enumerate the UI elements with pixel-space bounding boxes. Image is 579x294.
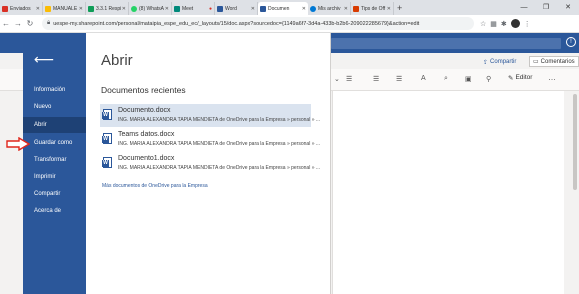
grid-icon[interactable]: ▦ <box>490 20 497 28</box>
sidebar-item-transformar[interactable]: Transformar <box>23 152 86 168</box>
recent-document-item[interactable]: Documento.docx ING. MARIA ALEXANDRA TAPI… <box>100 104 320 127</box>
recent-document-item[interactable]: Documento1.docx ING. MARIA ALEXANDRA TAP… <box>100 152 320 175</box>
document-path: ING. MARIA ALEXANDRA TAPIA MENDIETA de O… <box>118 117 321 123</box>
meet-icon <box>174 5 180 12</box>
sidebar-item-guardar-como[interactable]: Guardar como <box>23 135 86 151</box>
document-path: ING. MARIA ALEXANDRA TAPIA MENDIETA de O… <box>118 165 321 171</box>
close-icon[interactable]: ✕ <box>302 6 306 12</box>
document-name: Documento1.docx <box>118 155 175 162</box>
browser-tab-active[interactable]: Documen ✕ <box>258 2 308 15</box>
chevron-down-icon[interactable]: ⌄ <box>334 75 340 83</box>
close-icon[interactable]: ✕ <box>36 6 40 12</box>
sensitivity-icon[interactable]: ⚲ <box>486 75 491 83</box>
browser-actions: ☆ ▦ ✱ ⋮ <box>480 19 531 28</box>
help-icon[interactable]: ! <box>566 37 576 47</box>
dictate-icon[interactable]: ▣ <box>465 75 472 83</box>
share-button[interactable]: ⇪ Compartir <box>483 57 516 67</box>
comment-icon: ▭ <box>533 59 539 65</box>
word-doc-icon <box>102 157 112 168</box>
browser-tab-strip: Enviados ✕ MANUALE ✕ 3.3.1 Respi ✕ (8) What… <box>0 0 579 15</box>
word-doc-icon <box>102 133 112 144</box>
close-icon[interactable]: ✕ <box>387 6 391 12</box>
whatsapp-icon <box>131 5 137 12</box>
browser-tab[interactable]: MANUALE ✕ <box>43 2 86 15</box>
close-icon[interactable]: ✕ <box>165 6 169 12</box>
find-icon[interactable]: ⌕ <box>444 75 448 83</box>
lock-icon: 🔒︎ <box>47 20 51 26</box>
sidebar-item-acerca-de[interactable]: Acerca de <box>23 203 86 219</box>
window-controls: — ❐ ✕ <box>513 0 579 15</box>
document-name: Documento.docx <box>118 107 171 114</box>
page-title: Abrir <box>101 52 133 69</box>
extensions-icon[interactable]: ✱ <box>501 20 507 28</box>
drive-icon <box>88 5 94 12</box>
styles-icon[interactable]: A <box>421 75 426 82</box>
onedrive-icon <box>310 5 316 12</box>
browser-tab[interactable]: Word ✕ <box>215 2 258 15</box>
browser-tab[interactable]: (8) WhatsA ✕ <box>129 2 172 15</box>
more-options-icon[interactable]: … <box>548 73 556 82</box>
browser-tab[interactable]: Enviados ✕ <box>0 2 43 15</box>
sidebar-item-nuevo[interactable]: Nuevo <box>23 99 86 115</box>
word-icon <box>260 5 266 12</box>
gmail-icon <box>2 5 8 12</box>
browser-tab[interactable]: Tips de Off ✕ <box>351 2 394 15</box>
close-icon[interactable]: ✕ <box>251 6 255 12</box>
avatar[interactable] <box>510 19 520 28</box>
browser-tab[interactable]: 3.3.1 Respi ✕ <box>86 2 129 15</box>
maximize-icon[interactable]: ❐ <box>535 0 557 15</box>
more-documents-link[interactable]: Más documentos de OneDrive para la Empre… <box>102 183 208 189</box>
editor-icon: ✎ <box>508 75 514 82</box>
section-title: Documentos recientes <box>101 85 186 95</box>
url-text: uespe-my.sharepoint.com/personal/mataipi… <box>53 20 420 27</box>
back-arrow-icon[interactable]: ⟵ <box>34 52 54 66</box>
numbered-list-icon[interactable]: ☰ <box>373 75 379 83</box>
back-icon[interactable]: ← <box>0 19 12 28</box>
url-input[interactable]: 🔒︎ uespe-my.sharepoint.com/personal/mata… <box>42 17 474 30</box>
comments-button[interactable]: ▭ Comentarios <box>529 56 579 67</box>
share-icon: ⇪ <box>483 59 489 66</box>
close-icon[interactable]: ✕ <box>122 6 126 12</box>
close-icon[interactable]: ✕ <box>79 6 83 12</box>
minimize-icon[interactable]: — <box>513 0 535 15</box>
star-icon[interactable]: ☆ <box>480 20 486 28</box>
search-input[interactable] <box>331 38 561 49</box>
document-name: Teams datos.docx <box>118 131 175 138</box>
document-page[interactable] <box>332 91 564 294</box>
scrollbar-thumb[interactable] <box>573 94 577 190</box>
word-doc-icon <box>102 109 112 120</box>
annotation-arrow-icon <box>6 137 30 151</box>
align-icon[interactable]: ☰ <box>396 75 402 83</box>
close-icon[interactable]: ✕ <box>344 6 348 12</box>
recent-document-item[interactable]: Teams datos.docx ING. MARIA ALEXANDRA TA… <box>100 128 320 151</box>
document-path: ING. MARIA ALEXANDRA TAPIA MENDIETA de O… <box>118 141 321 147</box>
menu-icon[interactable]: ⋮ <box>524 20 531 28</box>
reload-icon[interactable]: ↻ <box>24 19 36 28</box>
sidebar-item-informacion[interactable]: Información <box>23 82 86 98</box>
sidebar-item-compartir[interactable]: Compartir <box>23 186 86 202</box>
close-window-icon[interactable]: ✕ <box>557 0 579 15</box>
browser-tab[interactable]: Mis archiv ✕ <box>308 2 351 15</box>
address-bar: ← → ↻ 🔒︎ uespe-my.sharepoint.com/persona… <box>0 15 579 33</box>
editor-button[interactable]: ✎ Editor <box>508 74 532 82</box>
sidebar-item-abrir[interactable]: Abrir <box>23 117 86 133</box>
drive-icon <box>45 5 51 12</box>
record-icon: ● <box>208 5 212 12</box>
sidebar-item-imprimir[interactable]: Imprimir <box>23 169 86 185</box>
new-tab-button[interactable]: + <box>397 2 402 15</box>
bullet-list-icon[interactable]: ☰ <box>346 75 352 83</box>
browser-tab[interactable]: Meet ● <box>172 2 215 15</box>
office-icon <box>353 5 359 12</box>
word-icon <box>217 5 223 12</box>
forward-icon[interactable]: → <box>12 19 24 28</box>
